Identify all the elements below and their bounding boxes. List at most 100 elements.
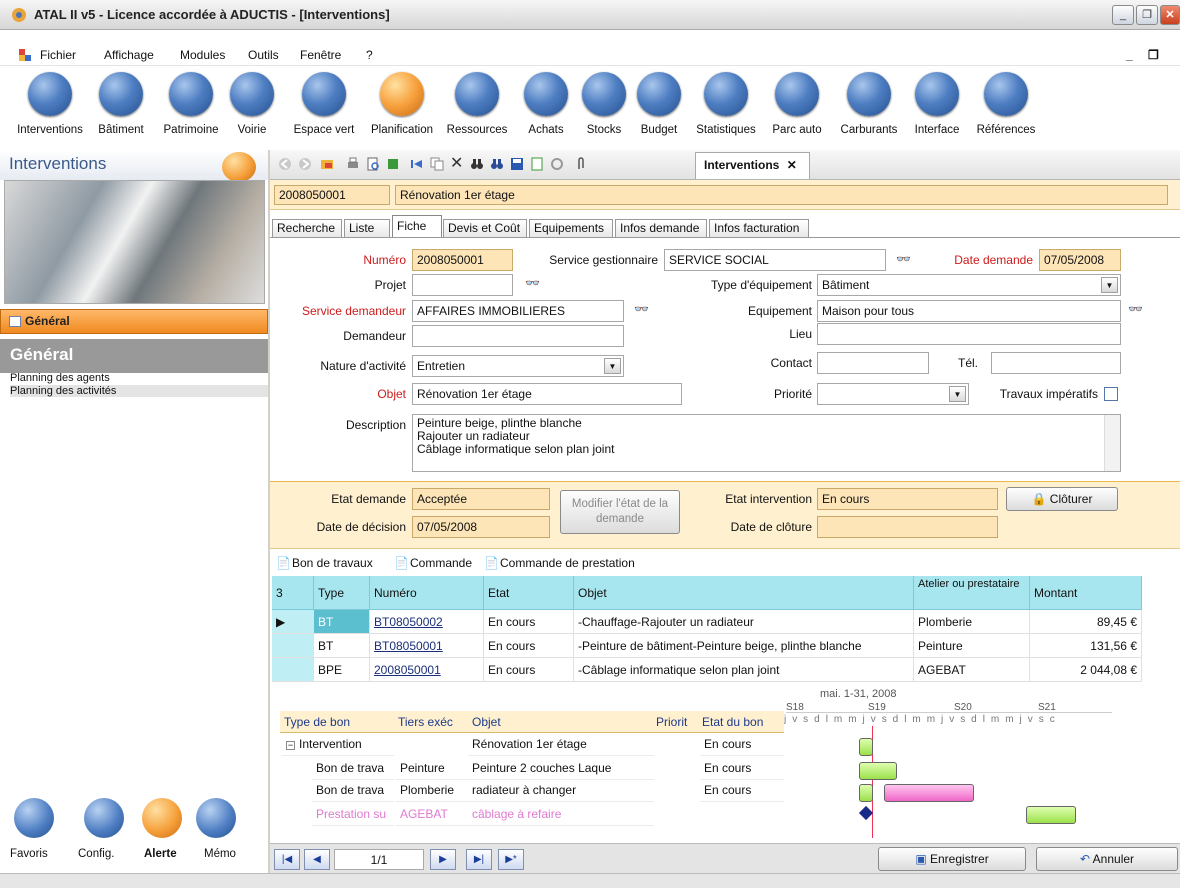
module-interventions-button[interactable]: Interventions [8, 66, 92, 150]
link-planning-agents[interactable]: Planning des agents [10, 372, 110, 384]
menu-modules[interactable]: Modules [180, 48, 225, 62]
module-budget-button[interactable]: Budget [632, 66, 686, 150]
star-icon[interactable] [14, 798, 54, 838]
date-demande-field[interactable]: 07/05/2008 [1039, 249, 1121, 271]
grid-header-atelier[interactable]: Atelier ou prestataire [914, 576, 1030, 610]
favoris-label[interactable]: Favoris [10, 848, 48, 860]
gantt-header-objet[interactable]: Objet [468, 711, 654, 733]
date-cloture-field[interactable] [817, 516, 998, 538]
sheet-icon[interactable] [530, 157, 544, 171]
binoculars-icon[interactable]: 👓 [1128, 302, 1143, 316]
menu-help[interactable]: ? [366, 48, 373, 62]
description-textarea[interactable]: Peinture beige, plinthe blanche Rajouter… [412, 414, 1121, 472]
clock-icon[interactable] [142, 798, 182, 838]
tab-infos-facturation[interactable]: Infos facturation [709, 219, 809, 237]
module-carburants-button[interactable]: Carburants [832, 66, 906, 150]
grid-header-montant[interactable]: Montant [1030, 576, 1142, 610]
forward-icon[interactable] [298, 157, 312, 171]
tab-devis-cout[interactable]: Devis et Coût [443, 219, 527, 237]
grid-header-type[interactable]: Type [314, 576, 370, 610]
attach-icon[interactable] [574, 157, 588, 171]
milestone-icon[interactable] [858, 805, 874, 821]
chevron-down-icon[interactable]: ▼ [604, 358, 621, 374]
service-demandeur-field[interactable]: AFFAIRES IMMOBILIERES [412, 300, 624, 322]
etat-demande-field[interactable]: Acceptée [412, 488, 550, 510]
link-commande-prestation[interactable]: Commande de prestation [500, 556, 635, 570]
binoculars-icon[interactable]: 👓 [525, 276, 540, 290]
close-tab-icon[interactable]: ✕ [787, 158, 797, 172]
back-icon[interactable] [278, 157, 292, 171]
travaux-imperatifs-checkbox[interactable] [1104, 387, 1118, 401]
numero-field[interactable]: 2008050001 [412, 249, 513, 271]
grid-header-etat[interactable]: Etat [484, 576, 574, 610]
gantt-header-type[interactable]: Type de bon [280, 711, 398, 733]
date-decision-field[interactable]: 07/05/2008 [412, 516, 550, 538]
menu-affichage[interactable]: Affichage [104, 48, 154, 62]
row-selector[interactable] [272, 658, 314, 682]
gantt-bar[interactable] [859, 762, 897, 780]
gears-icon[interactable] [84, 798, 124, 838]
collapse-icon[interactable]: − [286, 741, 295, 750]
module-achats-button[interactable]: Achats [518, 66, 574, 150]
contact-field[interactable] [817, 352, 929, 374]
save-icon[interactable] [510, 157, 524, 171]
gantt-bar[interactable] [884, 784, 974, 802]
lieu-field[interactable] [817, 323, 1121, 345]
grid-header-objet[interactable]: Objet [574, 576, 914, 610]
gantt-bar[interactable] [859, 784, 873, 802]
print-preview-icon[interactable] [366, 157, 380, 171]
restore-button[interactable]: ❐ [1136, 5, 1158, 25]
gantt-row-intervention[interactable]: − Intervention [282, 734, 394, 756]
mdi-minimize-button[interactable]: _ [1126, 48, 1133, 62]
cancel-button[interactable]: ↶ Annuler [1036, 847, 1178, 871]
priorite-select[interactable]: ▼ [817, 383, 969, 405]
objet-field[interactable]: Rénovation 1er étage [412, 383, 682, 405]
export-icon[interactable] [386, 157, 400, 171]
refresh-icon[interactable] [550, 157, 564, 171]
grid-header-numero[interactable]: Numéro [370, 576, 484, 610]
nature-activite-select[interactable]: Entretien ▼ [412, 355, 624, 377]
folder-icon[interactable] [320, 157, 334, 171]
search-icon[interactable] [470, 157, 484, 171]
tab-fiche[interactable]: Fiche [392, 215, 442, 238]
gantt-header-tiers[interactable]: Tiers exéc [394, 711, 468, 733]
chevron-down-icon[interactable]: ▼ [949, 386, 966, 402]
search-advanced-icon[interactable] [490, 157, 504, 171]
cloturer-button[interactable]: 🔒 Clôturer [1006, 487, 1118, 511]
module-planification-button[interactable]: Planification [364, 66, 440, 150]
link-commande[interactable]: Commande [410, 556, 472, 570]
gantt-header-etat[interactable]: Etat du bon [698, 711, 784, 733]
alerte-label[interactable]: Alerte [144, 848, 177, 860]
tab-recherche[interactable]: Recherche [272, 219, 342, 237]
module-references-button[interactable]: Références [970, 66, 1042, 150]
module-interface-button[interactable]: Interface [906, 66, 968, 150]
etat-intervention-field[interactable]: En cours [817, 488, 998, 510]
app-menu-icon[interactable] [18, 48, 32, 62]
first-record-icon[interactable]: |◀ [274, 849, 300, 870]
binoculars-icon[interactable]: 👓 [634, 302, 649, 316]
memo-label[interactable]: Mémo [204, 848, 236, 860]
module-patrimoine-button[interactable]: Patrimoine [156, 66, 226, 150]
type-equipement-select[interactable]: Bâtiment ▼ [817, 274, 1121, 296]
mdi-restore-button[interactable]: ❐ [1148, 48, 1159, 62]
binoculars-icon[interactable]: 👓 [896, 252, 911, 266]
chevron-down-icon[interactable]: ▼ [1101, 277, 1118, 293]
demandeur-field[interactable] [412, 325, 624, 347]
module-stocks-button[interactable]: Stocks [576, 66, 632, 150]
menu-outils[interactable]: Outils [248, 48, 279, 62]
tab-liste[interactable]: Liste [344, 219, 390, 237]
link-bon-travaux[interactable]: Bon de travaux [292, 556, 373, 570]
new-record-icon[interactable]: ▶* [498, 849, 524, 870]
tab-infos-demande[interactable]: Infos demande [615, 219, 707, 237]
module-espace-vert-button[interactable]: Espace vert [286, 66, 362, 150]
tab-interventions-document[interactable]: Interventions ✕ [695, 152, 810, 179]
modifier-etat-button[interactable]: Modifier l'état de la demande [560, 490, 680, 534]
gantt-bar[interactable] [1026, 806, 1076, 824]
save-button[interactable]: ▣ Enregistrer [878, 847, 1026, 871]
memo-icon[interactable] [196, 798, 236, 838]
tab-equipements[interactable]: Equipements [529, 219, 613, 237]
gantt-bar[interactable] [859, 738, 873, 756]
next-record-icon[interactable]: ▶ [430, 849, 456, 870]
module-batiment-button[interactable]: Bâtiment [86, 66, 156, 150]
link-planning-activites[interactable]: Planning des activités [10, 385, 268, 397]
